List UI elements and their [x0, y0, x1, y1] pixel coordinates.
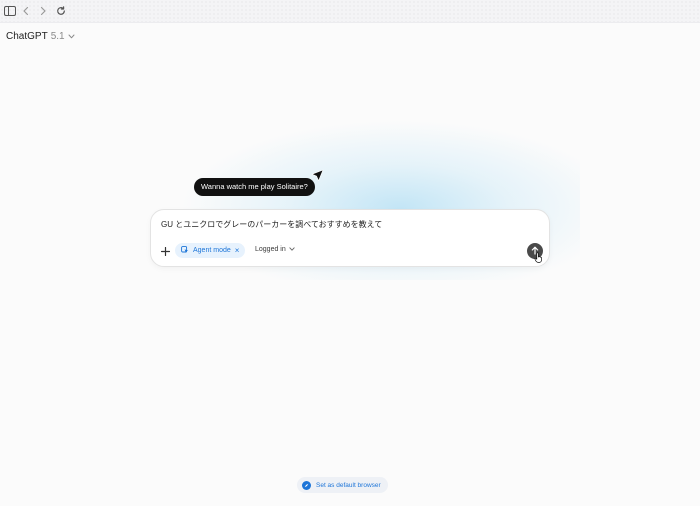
- agent-tooltip: Wanna watch me play Solitaire?: [194, 178, 315, 196]
- model-name: ChatGPT: [6, 31, 48, 42]
- chevron-down-icon: [68, 31, 75, 42]
- forward-arrow-icon[interactable]: [35, 3, 51, 19]
- close-icon[interactable]: ×: [235, 246, 240, 255]
- hand-cursor-icon: [534, 250, 543, 268]
- compass-icon: [302, 480, 311, 490]
- browser-toolbar: [0, 0, 700, 23]
- sidebar-toggle-icon[interactable]: [2, 3, 18, 19]
- set-default-browser-button[interactable]: Set as default browser: [297, 477, 388, 493]
- agent-cursor-icon: [311, 169, 324, 187]
- chevron-down-icon: [289, 246, 295, 253]
- set-default-browser-label: Set as default browser: [316, 481, 381, 489]
- agent-mode-chip[interactable]: Agent mode ×: [175, 243, 246, 258]
- model-selector[interactable]: ChatGPT 5.1: [6, 31, 75, 42]
- composer: GU とユニクロでグレーのパーカーを調べておすすめを教えて Agent mode…: [150, 209, 550, 267]
- logged-in-label: Logged in: [255, 246, 286, 253]
- prompt-input[interactable]: GU とユニクロでグレーのパーカーを調べておすすめを教えて: [161, 219, 382, 230]
- agent-mode-label: Agent mode: [193, 247, 231, 254]
- agent-mode-icon: [181, 245, 189, 256]
- plus-icon[interactable]: [159, 245, 171, 257]
- logged-in-dropdown[interactable]: Logged in: [255, 246, 295, 253]
- model-version: 5.1: [50, 31, 65, 42]
- reload-icon[interactable]: [53, 3, 69, 19]
- back-arrow-icon[interactable]: [18, 3, 34, 19]
